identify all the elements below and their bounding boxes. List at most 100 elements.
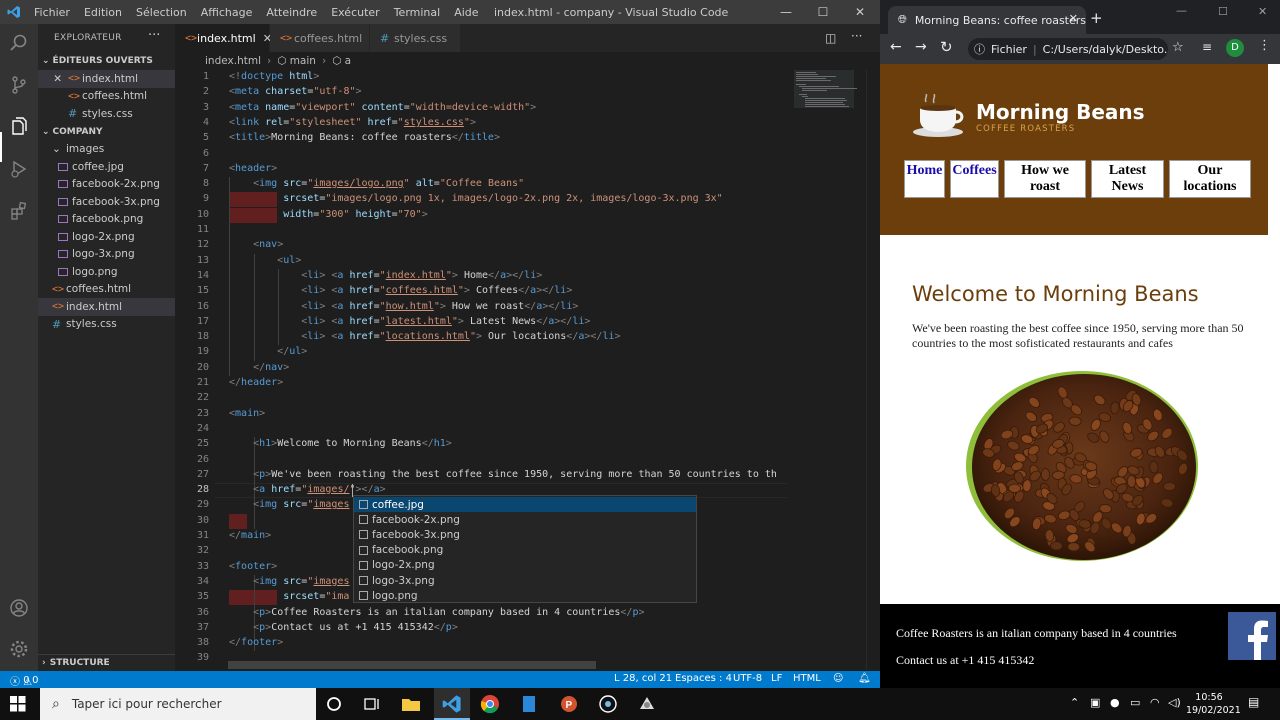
reload-icon[interactable]: ↻	[940, 38, 953, 56]
code-line[interactable]: <li> <a href="coffees.html"> Coffees</a>…	[229, 285, 572, 296]
code-line[interactable]: <link rel="stylesheet" href="styles.css"…	[229, 117, 476, 128]
settings-gear-icon[interactable]	[6, 636, 32, 662]
code-line[interactable]: </main>	[229, 530, 271, 541]
breadcrumb-main[interactable]: ⬡ main	[277, 55, 316, 67]
open-editors-section[interactable]: ⌄ ÉDITEURS OUVERTS	[38, 52, 175, 69]
menu-atteindre[interactable]: Atteindre	[266, 6, 317, 19]
extensions-icon[interactable]	[6, 198, 32, 224]
open-editor-coffees[interactable]: <> coffees.html	[38, 88, 175, 106]
menu-edition[interactable]: Edition	[84, 6, 122, 19]
chevron-up-icon[interactable]: ⌃	[1070, 696, 1079, 709]
address-bar[interactable]: ⓘ Fichier | C:/Users/dalyk/Deskto...	[968, 38, 1168, 60]
code-line[interactable]: <p>We've been roasting the best coffee s…	[229, 469, 777, 480]
breadcrumb-a[interactable]: ⬡ a	[332, 55, 351, 67]
code-line[interactable]: <li> <a href="how.html"> How we roast</a…	[229, 301, 578, 312]
indentation[interactable]: Espaces : 4	[675, 673, 732, 684]
file-facebook[interactable]: facebook.png	[38, 211, 175, 229]
tab-coffees-html[interactable]: <> coffees.html	[270, 24, 369, 52]
explorer-icon[interactable]	[6, 114, 32, 140]
open-editor-index[interactable]: ✕ <> index.html	[38, 70, 175, 88]
clock[interactable]: 10:56 19/02/2021	[1186, 691, 1241, 717]
new-tab-icon[interactable]: +	[1090, 9, 1103, 27]
cursor-position[interactable]: L 28, col 21	[614, 673, 672, 684]
menu-aide[interactable]: Aide	[454, 6, 478, 19]
menu-fichier[interactable]: Fichier	[34, 6, 70, 19]
end-of-line[interactable]: LF	[771, 673, 782, 684]
word-editor-icon[interactable]	[519, 694, 539, 714]
more-actions-icon[interactable]: ···	[148, 28, 160, 43]
volume-icon[interactable]: ◁)	[1168, 696, 1181, 709]
split-editor-icon[interactable]: ◫	[825, 31, 836, 45]
nav-how-we-roast[interactable]: How we roast	[1004, 160, 1086, 198]
file-styles-css[interactable]: # styles.css	[38, 316, 175, 334]
code-line[interactable]: <h1>Welcome to Morning Beans</h1>	[229, 438, 452, 449]
nav-coffees[interactable]: Coffees	[950, 160, 999, 198]
autocomplete-item[interactable]: facebook-3x.png	[354, 527, 696, 542]
windows-start-icon[interactable]	[10, 696, 26, 715]
autocomplete-item[interactable]: facebook-2x.png	[354, 512, 696, 527]
code-line[interactable]: <img src="images	[229, 499, 349, 510]
file-facebook-3x[interactable]: facebook-3x.png	[38, 193, 175, 211]
menu-selection[interactable]: Sélection	[136, 6, 187, 19]
file-coffee-jpg[interactable]: coffee.jpg	[38, 158, 175, 176]
structure-section[interactable]: › STRUCTURE	[38, 654, 175, 671]
notifications-bell-icon[interactable]: 🔔︎	[858, 673, 871, 684]
code-line[interactable]: <meta charset="utf-8">	[229, 86, 362, 97]
close-window-button[interactable]: ✕	[1258, 5, 1267, 18]
reading-list-icon[interactable]: ≡	[1202, 40, 1212, 54]
minimize-button[interactable]: —	[1176, 4, 1187, 17]
tab-index-html[interactable]: <> index.html ✕	[175, 24, 272, 52]
code-line[interactable]: <nav>	[229, 239, 283, 250]
autocomplete-item[interactable]: facebook.png	[354, 543, 696, 558]
autocomplete-item[interactable]: logo.png	[354, 588, 696, 603]
company-folder-section[interactable]: ⌄ COMPANY	[38, 123, 175, 140]
editor-horizontal-scrollbar[interactable]	[228, 661, 596, 669]
file-coffees-html[interactable]: <> coffees.html	[38, 281, 175, 299]
code-line[interactable]: srcset="images/logo.png 1x, images/logo-…	[229, 193, 723, 204]
code-line[interactable]: </ul>	[229, 346, 307, 357]
code-line[interactable]: width="300" height="70">	[229, 209, 428, 220]
notification-center-icon[interactable]: ▤	[1248, 696, 1259, 709]
autocomplete-item[interactable]: coffee.jpg	[354, 497, 696, 512]
more-actions-icon[interactable]: ···	[851, 29, 862, 43]
page-scrollbar[interactable]	[1268, 64, 1280, 604]
tab-styles-css[interactable]: # styles.css	[370, 24, 460, 52]
menu-terminal[interactable]: Terminal	[394, 6, 441, 19]
menu-executer[interactable]: Exécuter	[331, 6, 380, 19]
accounts-icon[interactable]	[6, 595, 32, 621]
device-icon[interactable]: ▣	[1090, 696, 1100, 709]
code-line[interactable]: <ul>	[229, 255, 301, 266]
autocomplete-item[interactable]: logo-3x.png	[354, 573, 696, 588]
close-window-button[interactable]: ✕	[842, 0, 878, 24]
maximize-button[interactable]: ☐	[805, 0, 841, 24]
file-logo[interactable]: logo.png	[38, 263, 175, 281]
file-index-html[interactable]: <> index.html	[38, 298, 175, 316]
source-control-icon[interactable]	[6, 72, 32, 98]
encoding[interactable]: UTF-8	[733, 673, 762, 684]
minimize-button[interactable]: —	[768, 0, 804, 24]
code-line[interactable]: <!doctype html>	[229, 71, 319, 82]
code-line[interactable]: <title>Morning Beans: coffee roasters</t…	[229, 132, 500, 143]
file-facebook-2x[interactable]: facebook-2x.png	[38, 176, 175, 194]
nav-our-locations[interactable]: Our locations	[1169, 160, 1251, 198]
code-line[interactable]: <main>	[229, 408, 265, 419]
file-logo-2x[interactable]: logo-2x.png	[38, 228, 175, 246]
bookmark-star-icon[interactable]: ☆	[1172, 40, 1184, 55]
nav-home[interactable]: Home	[904, 160, 945, 198]
browser-tab[interactable]: 🌐︎ Morning Beans: coffee roasters ✕	[888, 6, 1086, 34]
folder-images[interactable]: ⌄ images	[38, 140, 175, 158]
facebook-icon[interactable]	[1228, 612, 1276, 660]
code-line[interactable]: <p>Coffee Roasters is an italian company…	[229, 607, 644, 618]
code-line[interactable]: <li> <a href="locations.html"> Our locat…	[229, 331, 620, 342]
code-line[interactable]: <footer>	[229, 561, 277, 572]
maximize-button[interactable]: ☐	[1218, 5, 1228, 18]
close-icon[interactable]: ✕	[38, 73, 68, 85]
code-line[interactable]: <li> <a href="index.html"> Home</a></li>	[229, 270, 542, 281]
code-line[interactable]: <li> <a href="latest.html"> Latest News<…	[229, 316, 590, 327]
forward-arrow-icon[interactable]: →	[915, 39, 927, 55]
app-icon[interactable]	[637, 694, 657, 714]
media-app-icon[interactable]	[598, 694, 618, 714]
feedback-icon[interactable]: ☺	[833, 673, 843, 684]
wifi-icon[interactable]: ◠	[1150, 696, 1160, 709]
close-tab-icon[interactable]: ✕	[1069, 12, 1078, 25]
